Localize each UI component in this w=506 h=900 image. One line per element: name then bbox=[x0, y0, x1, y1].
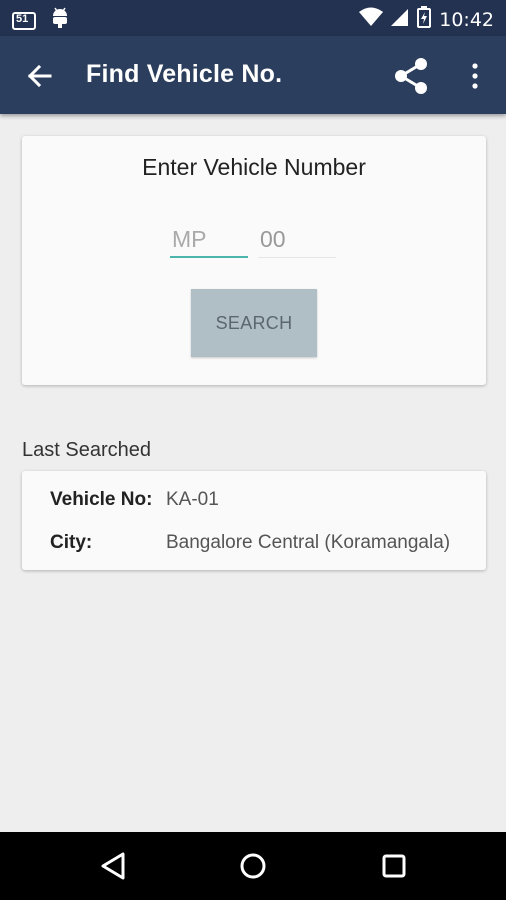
nav-home-button[interactable] bbox=[235, 848, 271, 884]
back-button[interactable] bbox=[22, 58, 58, 94]
signal-icon bbox=[391, 7, 409, 32]
city-label: City: bbox=[50, 532, 93, 553]
wifi-icon bbox=[359, 7, 384, 32]
battery-icon bbox=[417, 6, 432, 33]
last-searched-title: Last Searched bbox=[22, 439, 151, 461]
status-right: 10:42 bbox=[359, 6, 494, 33]
page-title: Find Vehicle No. bbox=[86, 60, 283, 88]
android-icon bbox=[50, 7, 70, 34]
notification-badge-icon: 51 bbox=[12, 11, 36, 31]
city-value: Bangalore Central (Koramangala) bbox=[166, 532, 451, 553]
vehicle-value: KA-01 bbox=[166, 489, 219, 510]
search-button[interactable]: SEARCH bbox=[191, 289, 317, 357]
search-card: Enter Vehicle Number SEARCH bbox=[22, 136, 486, 385]
last-searched-card[interactable]: Vehicle No: KA-01 City: Bangalore Centra… bbox=[22, 471, 486, 570]
search-heading: Enter Vehicle Number bbox=[142, 154, 366, 180]
status-time: 10:42 bbox=[439, 8, 494, 31]
back-triangle-icon bbox=[101, 852, 125, 880]
nav-recents-button[interactable] bbox=[376, 848, 412, 884]
system-nav-bar bbox=[0, 832, 506, 900]
more-options-button[interactable] bbox=[462, 58, 488, 94]
vehicle-row: Vehicle No: KA-01 bbox=[50, 489, 219, 511]
app-bar: Find Vehicle No. bbox=[0, 36, 506, 114]
status-left: 51 bbox=[12, 7, 70, 34]
rto-code-input[interactable] bbox=[258, 222, 336, 258]
arrow-left-icon bbox=[27, 64, 52, 88]
city-row: City: Bangalore Central (Koramangala) bbox=[50, 532, 450, 554]
share-icon bbox=[395, 58, 427, 94]
vehicle-label: Vehicle No: bbox=[50, 489, 153, 510]
share-button[interactable] bbox=[390, 55, 432, 97]
nav-back-button[interactable] bbox=[96, 848, 132, 884]
home-circle-icon bbox=[240, 853, 266, 879]
notification-badge-text: 51 bbox=[16, 12, 29, 25]
recents-square-icon bbox=[382, 854, 406, 878]
state-code-input[interactable] bbox=[170, 222, 248, 258]
more-vert-icon bbox=[472, 63, 478, 89]
status-bar: 51 10:42 bbox=[0, 0, 506, 36]
